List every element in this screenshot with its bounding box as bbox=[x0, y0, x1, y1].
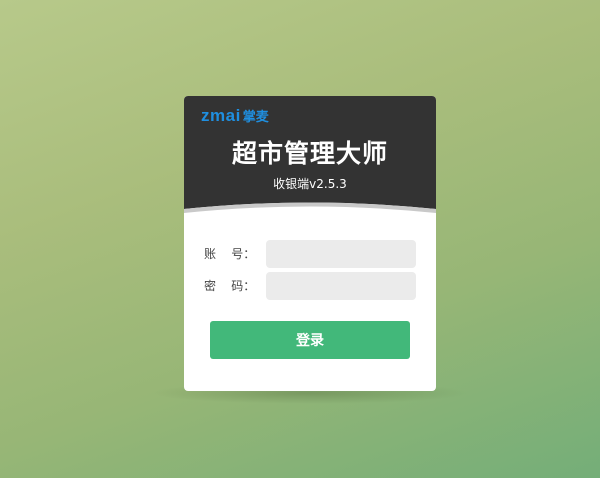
password-label: 密 码： bbox=[204, 279, 256, 293]
login-card: zmai 掌麦 超市管理大师 收银端v2.5.3 账 号： 密 码： 登录 bbox=[184, 96, 436, 391]
account-row: 账 号： bbox=[184, 240, 436, 268]
logo-chinese-text: 掌麦 bbox=[242, 110, 269, 125]
account-input[interactable] bbox=[266, 240, 416, 268]
logo-latin-text: zmai bbox=[201, 106, 241, 125]
zmai-logo: zmai 掌麦 bbox=[201, 106, 269, 126]
login-header: zmai 掌麦 超市管理大师 收银端v2.5.3 bbox=[184, 96, 436, 226]
password-input[interactable] bbox=[266, 272, 416, 300]
app-title: 超市管理大师 bbox=[231, 139, 388, 168]
app-version: 收银端v2.5.3 bbox=[273, 177, 347, 191]
password-row: 密 码： bbox=[184, 272, 436, 300]
account-label: 账 号： bbox=[204, 247, 256, 261]
login-button[interactable]: 登录 bbox=[210, 321, 410, 359]
